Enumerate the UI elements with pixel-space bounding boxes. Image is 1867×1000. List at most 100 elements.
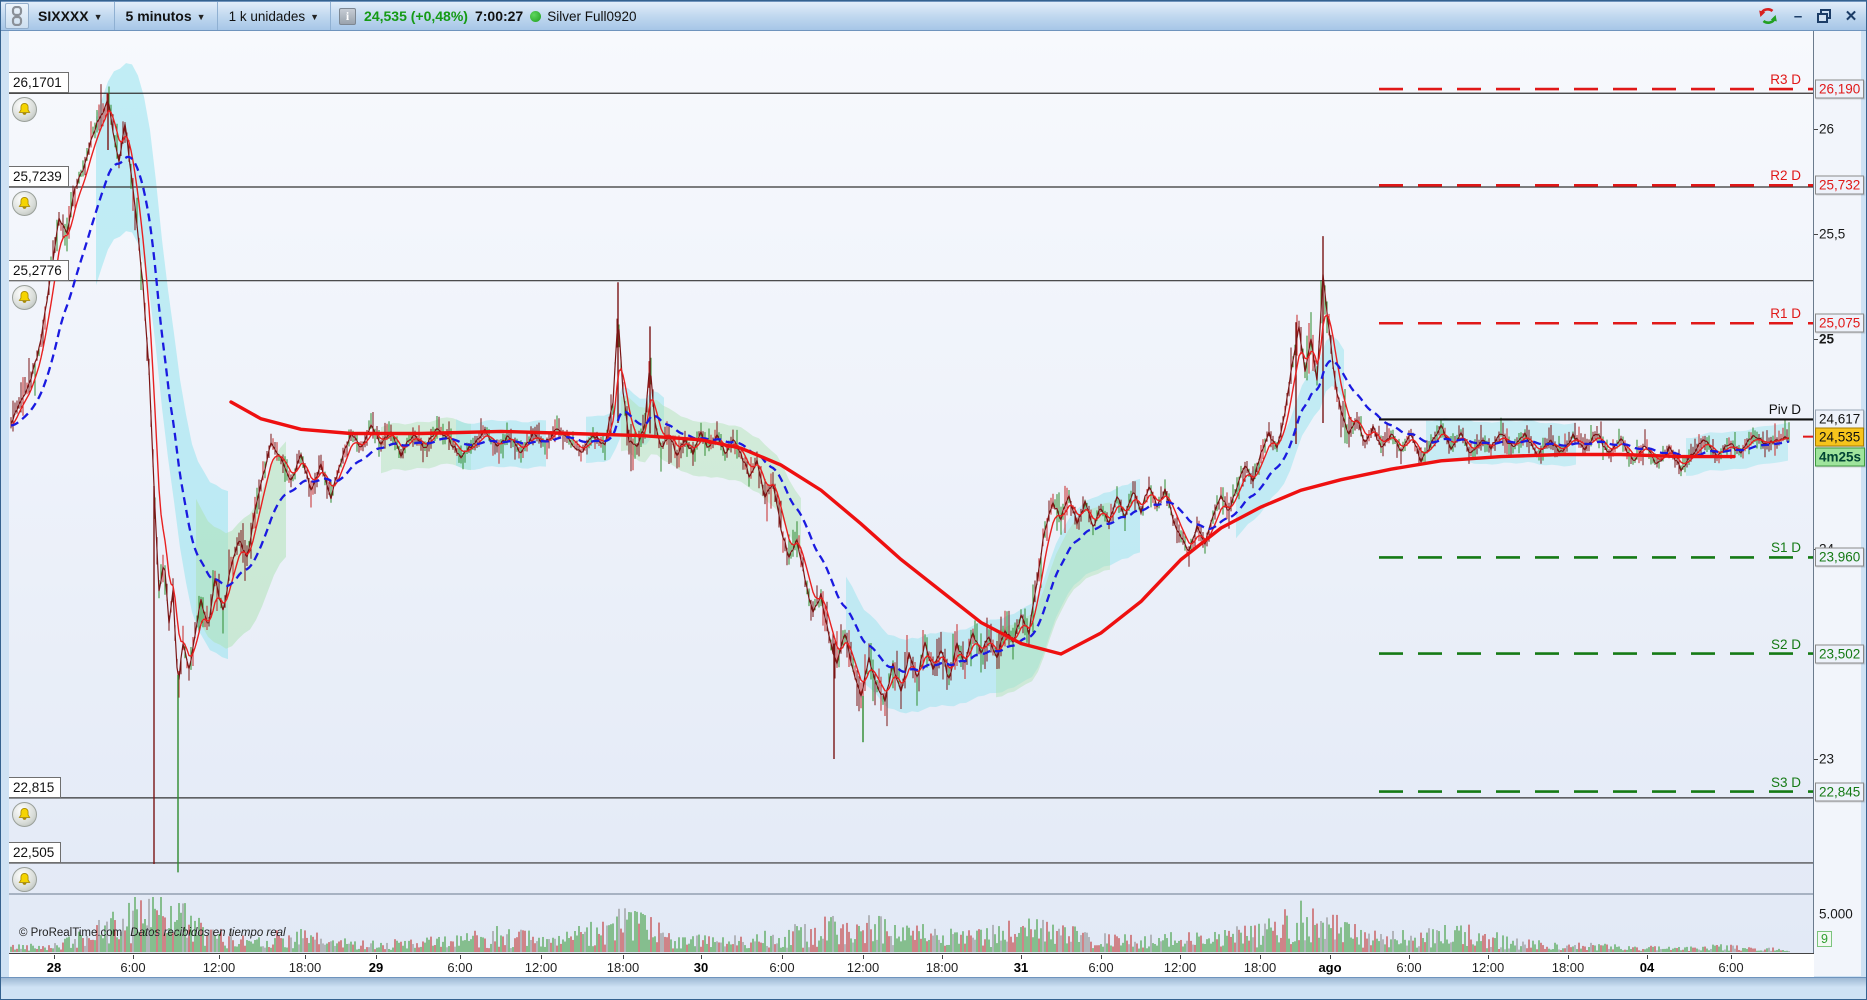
- alert-bell-button[interactable]: [12, 284, 37, 310]
- time-axis-tick-mark: [1488, 955, 1489, 959]
- time-axis-tick-mark: [1021, 955, 1022, 959]
- alert-price-label: 22,505: [9, 841, 62, 863]
- pivot-name-label: S2 D: [1770, 636, 1801, 652]
- pivot-value-label: 25,732: [1815, 175, 1865, 195]
- minimize-button[interactable]: –: [1789, 8, 1807, 25]
- time-axis-tick-mark: [1330, 955, 1331, 959]
- time-axis-label: 18:00: [925, 960, 959, 975]
- alert-bell-button[interactable]: [12, 801, 37, 827]
- pivot-value-label: 23,960: [1815, 547, 1865, 567]
- time-axis-tick-mark: [54, 955, 55, 959]
- alert-price-label: 22,815: [9, 776, 62, 798]
- pivot-name-label: S3 D: [1770, 774, 1801, 790]
- price-chart[interactable]: [9, 31, 1814, 953]
- link-windows-button[interactable]: [5, 3, 29, 29]
- prorealtime-chart-window: SIXXXX ▼ 5 minutos ▼ 1 k unidades ▼ i 24…: [0, 0, 1867, 1000]
- time-axis-tick-mark: [1180, 955, 1181, 959]
- price-axis-tick: 25,5: [1819, 226, 1846, 242]
- toolbar-separator: [216, 2, 218, 30]
- time-axis-label: 30: [693, 960, 709, 975]
- alert-price-label: 25,2776: [9, 259, 69, 281]
- chevron-down-icon: ▼: [93, 12, 103, 22]
- price-axis-tick-mark: [1814, 759, 1818, 760]
- time-axis-tick-mark: [1568, 955, 1569, 959]
- time-axis-label: 18:00: [1243, 960, 1277, 975]
- time-axis-label: 6:00: [120, 960, 146, 975]
- time-axis-tick-mark: [219, 955, 220, 959]
- time-axis-label: 28: [46, 960, 62, 975]
- bell-icon: [18, 872, 31, 885]
- time-axis-label: 12:00: [202, 960, 236, 975]
- time-axis-tick-mark: [1731, 955, 1732, 959]
- copyright-text: © ProRealTime.com: [19, 927, 123, 939]
- time-axis-label: 6:00: [1088, 960, 1114, 975]
- copyright-note: © ProRealTime.com Datos recibidos en tiem…: [19, 927, 286, 939]
- sync-refresh-icon[interactable]: [1757, 6, 1779, 26]
- time-axis-tick-mark: [460, 955, 461, 959]
- time-axis-tick-mark: [376, 955, 377, 959]
- time-axis-tick-mark: [541, 955, 542, 959]
- time-axis-tick-mark: [942, 955, 943, 959]
- pivot-name-label: R2 D: [1770, 168, 1801, 184]
- bell-icon: [18, 290, 31, 303]
- time-axis-label: 12:00: [1163, 960, 1197, 975]
- units-dropdown[interactable]: 1 k unidades ▼: [220, 2, 328, 30]
- pivot-value-label: 25,075: [1815, 313, 1865, 333]
- chain-link-icon: [11, 6, 23, 26]
- time-axis-tick-mark: [623, 955, 624, 959]
- time-axis-label: 18:00: [288, 960, 322, 975]
- time-axis-label: 12:00: [846, 960, 880, 975]
- pivot-value-label: 22,845: [1815, 782, 1865, 802]
- bell-icon: [18, 196, 31, 209]
- symbol-dropdown[interactable]: SIXXXX ▼: [29, 2, 112, 30]
- alert-price-label: 26,1701: [9, 72, 69, 94]
- time-axis-label: 6:00: [447, 960, 473, 975]
- alert-price-label: 25,7239: [9, 165, 69, 187]
- window-controls: – ✕: [1757, 6, 1866, 26]
- info-icon[interactable]: i: [339, 7, 357, 25]
- price-axis-tick-mark: [1814, 339, 1818, 340]
- time-axis-label: 6:00: [769, 960, 795, 975]
- timeframe-label: 5 minutos: [125, 8, 192, 24]
- time-axis-label: 6:00: [1396, 960, 1422, 975]
- timeframe-dropdown[interactable]: 5 minutos ▼: [117, 2, 215, 30]
- time-axis-label: 6:00: [1718, 960, 1744, 975]
- time-axis-label: ago: [1318, 960, 1342, 975]
- price-chart-pane[interactable]: 26,1701 25,7239 25,2776 22,815 22,505 R3 D R2 …: [9, 31, 1814, 953]
- time-axis-tick-mark: [782, 955, 783, 959]
- time-axis-tick-mark: [133, 955, 134, 959]
- time-axis-label: 18:00: [1551, 960, 1585, 975]
- alert-bell-button[interactable]: [12, 866, 37, 892]
- chevron-down-icon: ▼: [196, 12, 206, 22]
- time-axis-label: 12:00: [1471, 960, 1505, 975]
- bell-icon: [18, 807, 31, 820]
- symbol-label: SIXXXX: [38, 8, 89, 24]
- units-label: 1 k unidades: [228, 8, 306, 24]
- window-bottom-frame: [1, 977, 1866, 999]
- time-axis-tick-mark: [1647, 955, 1648, 959]
- instrument-name: Silver Full0920: [547, 8, 637, 24]
- time-axis-tick-mark: [1260, 955, 1261, 959]
- toolbar-separator: [330, 2, 332, 30]
- time-axis-label: 31: [1013, 960, 1029, 975]
- toolbar: SIXXXX ▼ 5 minutos ▼ 1 k unidades ▼ i 24…: [1, 1, 1866, 31]
- pivot-value-label: 23,502: [1815, 644, 1865, 664]
- time-axis[interactable]: 28 6:00 12:00 18:00 29 6:00 12:00 18:00 30 6:00 12…: [9, 953, 1814, 977]
- pivot-value-label: 24,617: [1815, 409, 1865, 429]
- alert-bell-button[interactable]: [12, 190, 37, 216]
- volume-badge: 9: [1817, 931, 1832, 947]
- clock: 7:00:27: [474, 8, 524, 24]
- price-axis-tick: 25: [1819, 331, 1835, 347]
- close-button[interactable]: ✕: [1842, 7, 1860, 25]
- time-axis-tick-mark: [863, 955, 864, 959]
- time-axis-label: 18:00: [606, 960, 640, 975]
- restore-button[interactable]: [1817, 9, 1832, 23]
- time-axis-tick-mark: [701, 955, 702, 959]
- price-axis-tick: 26: [1819, 121, 1835, 137]
- feed-status-icon: [530, 10, 542, 22]
- chevron-down-icon: ▼: [310, 12, 320, 22]
- current-price-label: 24,535: [1815, 427, 1865, 447]
- time-axis-label: 29: [368, 960, 384, 975]
- price-axis[interactable]: 2625,525242326,19025,73225,07524,61723,9…: [1814, 31, 1866, 976]
- time-axis-tick-mark: [1101, 955, 1102, 959]
